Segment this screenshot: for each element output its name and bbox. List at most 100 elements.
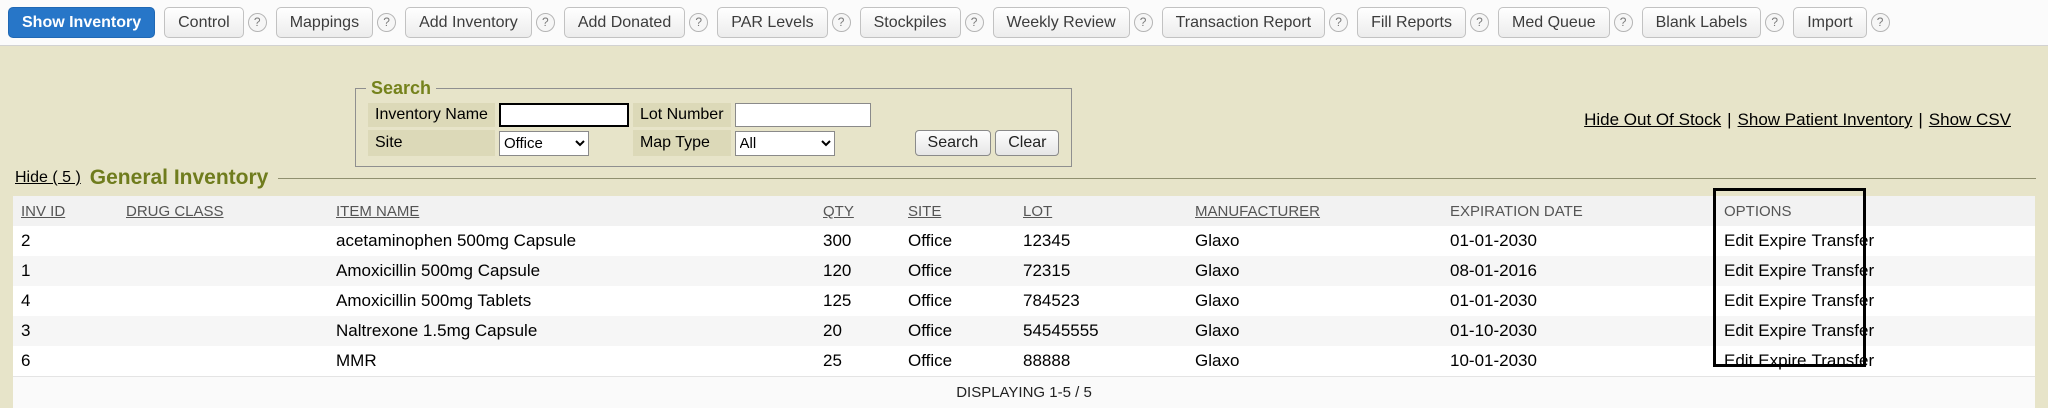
transfer-link[interactable]: Transfer bbox=[1811, 351, 1874, 370]
transfer-link[interactable]: Transfer bbox=[1811, 321, 1874, 340]
tab-show-inventory[interactable]: Show Inventory bbox=[8, 7, 155, 38]
cell-lot: 54545555 bbox=[1015, 316, 1187, 346]
transfer-link[interactable]: Transfer bbox=[1811, 291, 1874, 310]
help-icon[interactable]: ? bbox=[536, 13, 555, 32]
tab-group: Blank Labels ? bbox=[1642, 7, 1785, 38]
inventory-table: INV ID DRUG CLASS ITEM NAME QTY SITE LOT… bbox=[13, 196, 2035, 408]
expire-link[interactable]: Expire bbox=[1758, 321, 1806, 340]
cell-site: Office bbox=[900, 226, 1015, 256]
help-icon[interactable]: ? bbox=[689, 13, 708, 32]
header-item-name[interactable]: ITEM NAME bbox=[328, 196, 815, 226]
help-icon[interactable]: ? bbox=[377, 13, 396, 32]
header-drug-class[interactable]: DRUG CLASS bbox=[118, 196, 328, 226]
cell-drug-class bbox=[118, 286, 328, 316]
edit-link[interactable]: Edit bbox=[1724, 231, 1753, 250]
table-row: 3 Naltrexone 1.5mg Capsule 20 Office 545… bbox=[13, 316, 2035, 346]
edit-link[interactable]: Edit bbox=[1724, 291, 1753, 310]
help-icon[interactable]: ? bbox=[1329, 13, 1348, 32]
tab-mappings[interactable]: Mappings bbox=[276, 7, 373, 38]
site-select[interactable]: Office bbox=[499, 131, 589, 156]
cell-drug-class bbox=[118, 256, 328, 286]
transfer-link[interactable]: Transfer bbox=[1811, 261, 1874, 280]
cell-qty: 20 bbox=[815, 316, 900, 346]
tab-group: Transaction Report ? bbox=[1162, 7, 1348, 38]
header-options: OPTIONS bbox=[1716, 196, 2035, 226]
tab-import[interactable]: Import bbox=[1793, 7, 1866, 38]
tab-blank-labels[interactable]: Blank Labels bbox=[1642, 7, 1762, 38]
help-icon[interactable]: ? bbox=[1765, 13, 1784, 32]
help-icon[interactable]: ? bbox=[965, 13, 984, 32]
paging-status: DISPLAYING 1-5 / 5 bbox=[13, 377, 2035, 408]
tab-group: Import ? bbox=[1793, 7, 1889, 38]
cell-item-name: MMR bbox=[328, 346, 815, 377]
lot-number-input[interactable] bbox=[735, 103, 871, 127]
cell-inv-id: 4 bbox=[13, 286, 118, 316]
tab-control[interactable]: Control bbox=[164, 7, 244, 38]
cell-site: Office bbox=[900, 316, 1015, 346]
cell-site: Office bbox=[900, 346, 1015, 377]
tab-stockpiles[interactable]: Stockpiles bbox=[860, 7, 961, 38]
inventory-name-label: Inventory Name bbox=[368, 103, 495, 127]
cell-item-name: acetaminophen 500mg Capsule bbox=[328, 226, 815, 256]
table-footer-row: DISPLAYING 1-5 / 5 bbox=[13, 377, 2035, 408]
help-icon[interactable]: ? bbox=[1614, 13, 1633, 32]
header-qty[interactable]: QTY bbox=[815, 196, 900, 226]
tab-add-donated[interactable]: Add Donated bbox=[564, 7, 685, 38]
expire-link[interactable]: Expire bbox=[1758, 261, 1806, 280]
transfer-link[interactable]: Transfer bbox=[1811, 231, 1874, 250]
help-icon[interactable]: ? bbox=[248, 13, 267, 32]
cell-lot: 784523 bbox=[1015, 286, 1187, 316]
edit-link[interactable]: Edit bbox=[1724, 351, 1753, 370]
cell-options: Edit Expire Transfer bbox=[1716, 346, 2035, 377]
cell-inv-id: 3 bbox=[13, 316, 118, 346]
header-inv-id[interactable]: INV ID bbox=[13, 196, 118, 226]
tab-group: Med Queue ? bbox=[1498, 7, 1633, 38]
tab-weekly-review[interactable]: Weekly Review bbox=[993, 7, 1130, 38]
cell-item-name: Amoxicillin 500mg Capsule bbox=[328, 256, 815, 286]
tab-par-levels[interactable]: PAR Levels bbox=[717, 7, 827, 38]
help-icon[interactable]: ? bbox=[1134, 13, 1153, 32]
clear-button[interactable]: Clear bbox=[995, 130, 1059, 156]
cell-expiration-date: 10-01-2030 bbox=[1442, 346, 1716, 377]
tab-med-queue[interactable]: Med Queue bbox=[1498, 7, 1610, 38]
expire-link[interactable]: Expire bbox=[1758, 291, 1806, 310]
table-header-row: INV ID DRUG CLASS ITEM NAME QTY SITE LOT… bbox=[13, 196, 2035, 226]
tab-group: Show Inventory bbox=[8, 7, 155, 38]
expire-link[interactable]: Expire bbox=[1758, 231, 1806, 250]
help-icon[interactable]: ? bbox=[1470, 13, 1489, 32]
tab-group: Stockpiles ? bbox=[860, 7, 984, 38]
cell-drug-class bbox=[118, 226, 328, 256]
header-lot[interactable]: LOT bbox=[1015, 196, 1187, 226]
cell-qty: 120 bbox=[815, 256, 900, 286]
section-rule bbox=[278, 178, 2036, 179]
help-icon[interactable]: ? bbox=[1871, 13, 1890, 32]
cell-drug-class bbox=[118, 316, 328, 346]
search-button[interactable]: Search bbox=[915, 130, 992, 156]
cell-lot: 88888 bbox=[1015, 346, 1187, 377]
cell-manufacturer: Glaxo bbox=[1187, 316, 1442, 346]
inventory-name-input[interactable] bbox=[499, 103, 629, 127]
tab-add-inventory[interactable]: Add Inventory bbox=[405, 7, 532, 38]
tab-fill-reports[interactable]: Fill Reports bbox=[1357, 7, 1466, 38]
cell-drug-class bbox=[118, 346, 328, 377]
cell-qty: 125 bbox=[815, 286, 900, 316]
cell-expiration-date: 01-01-2030 bbox=[1442, 226, 1716, 256]
hide-section-link[interactable]: Hide ( 5 ) bbox=[15, 169, 81, 187]
expire-link[interactable]: Expire bbox=[1758, 351, 1806, 370]
cell-lot: 72315 bbox=[1015, 256, 1187, 286]
hide-out-of-stock-link[interactable]: Hide Out Of Stock bbox=[1584, 110, 1721, 129]
tab-group: PAR Levels ? bbox=[717, 7, 850, 38]
header-site[interactable]: SITE bbox=[900, 196, 1015, 226]
edit-link[interactable]: Edit bbox=[1724, 321, 1753, 340]
search-form: Inventory Name Lot Number Site Office Ma… bbox=[364, 100, 1063, 159]
edit-link[interactable]: Edit bbox=[1724, 261, 1753, 280]
cell-site: Office bbox=[900, 256, 1015, 286]
help-icon[interactable]: ? bbox=[832, 13, 851, 32]
map-type-select[interactable]: All bbox=[735, 131, 835, 156]
tab-transaction-report[interactable]: Transaction Report bbox=[1162, 7, 1325, 38]
map-type-label: Map Type bbox=[633, 130, 731, 156]
tab-bar: Show Inventory Control ? Mappings ? Add … bbox=[0, 0, 2048, 46]
show-csv-link[interactable]: Show CSV bbox=[1929, 110, 2011, 129]
header-manufacturer[interactable]: MANUFACTURER bbox=[1187, 196, 1442, 226]
show-patient-inventory-link[interactable]: Show Patient Inventory bbox=[1738, 110, 1913, 129]
